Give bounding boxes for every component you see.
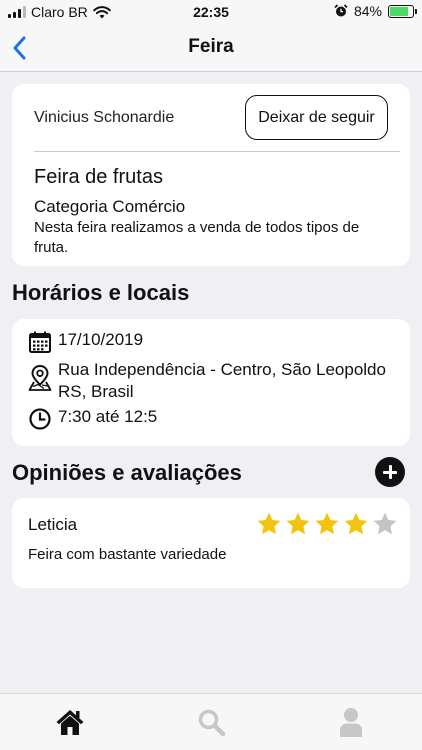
tab-search[interactable]	[191, 704, 231, 740]
status-bar: Claro BR 22:35 84%	[0, 0, 422, 24]
tab-home[interactable]	[50, 704, 90, 740]
reviews-section-title: Opiniões e avaliações	[12, 460, 242, 485]
schedule-card: 17/10/2019 Rua Independência - Centro, S…	[12, 319, 410, 446]
status-bar-right: 84%	[334, 3, 417, 19]
add-review-button[interactable]	[375, 457, 405, 487]
feira-card: Vinicius Schonardie Deixar de seguir Fei…	[12, 84, 410, 266]
battery-percent: 84%	[353, 3, 382, 19]
tab-bar	[0, 693, 422, 750]
star-filled-icon	[344, 512, 368, 535]
tab-profile[interactable]	[331, 704, 371, 740]
review-card: Leticia Feira com bastante variedade	[12, 498, 410, 588]
star-rating	[256, 511, 398, 537]
alarm-icon	[334, 4, 348, 17]
time-row: 7:30 até 12:5	[28, 407, 157, 431]
feira-description: Nesta feira realizamos a venda de todos …	[34, 219, 360, 256]
feira-title: Feira de frutas	[34, 166, 163, 188]
schedule-section-title: Horários e locais	[12, 280, 190, 305]
event-time: 7:30 até 12:5	[58, 407, 158, 426]
star-filled-icon	[286, 512, 310, 535]
review-text: Feira com bastante variedade	[28, 546, 227, 563]
event-address: Rua Independência - Centro, São Leopoldo…	[58, 360, 386, 401]
navigation-bar: Feira	[0, 24, 422, 72]
battery-icon	[388, 4, 417, 18]
star-filled-icon	[257, 512, 281, 535]
home-icon	[56, 710, 84, 735]
star-empty-icon	[373, 512, 397, 535]
author-name: Vinicius Schonardie	[34, 109, 175, 126]
map-pin-icon	[28, 364, 52, 391]
star-filled-icon	[315, 512, 339, 535]
unfollow-button[interactable]: Deixar de seguir	[245, 95, 388, 140]
search-icon	[198, 709, 225, 736]
address-row: Rua Independência - Centro, São Leopoldo…	[28, 359, 408, 403]
profile-icon	[340, 708, 362, 737]
divider	[34, 151, 400, 152]
reviewer-name: Leticia	[28, 515, 78, 534]
clock-icon	[29, 408, 51, 430]
date-row: 17/10/2019	[28, 330, 143, 354]
calendar-icon	[29, 331, 51, 353]
page-title: Feira	[188, 36, 234, 57]
feira-category: Categoria Comércio	[34, 197, 186, 216]
event-date: 17/10/2019	[58, 330, 144, 349]
